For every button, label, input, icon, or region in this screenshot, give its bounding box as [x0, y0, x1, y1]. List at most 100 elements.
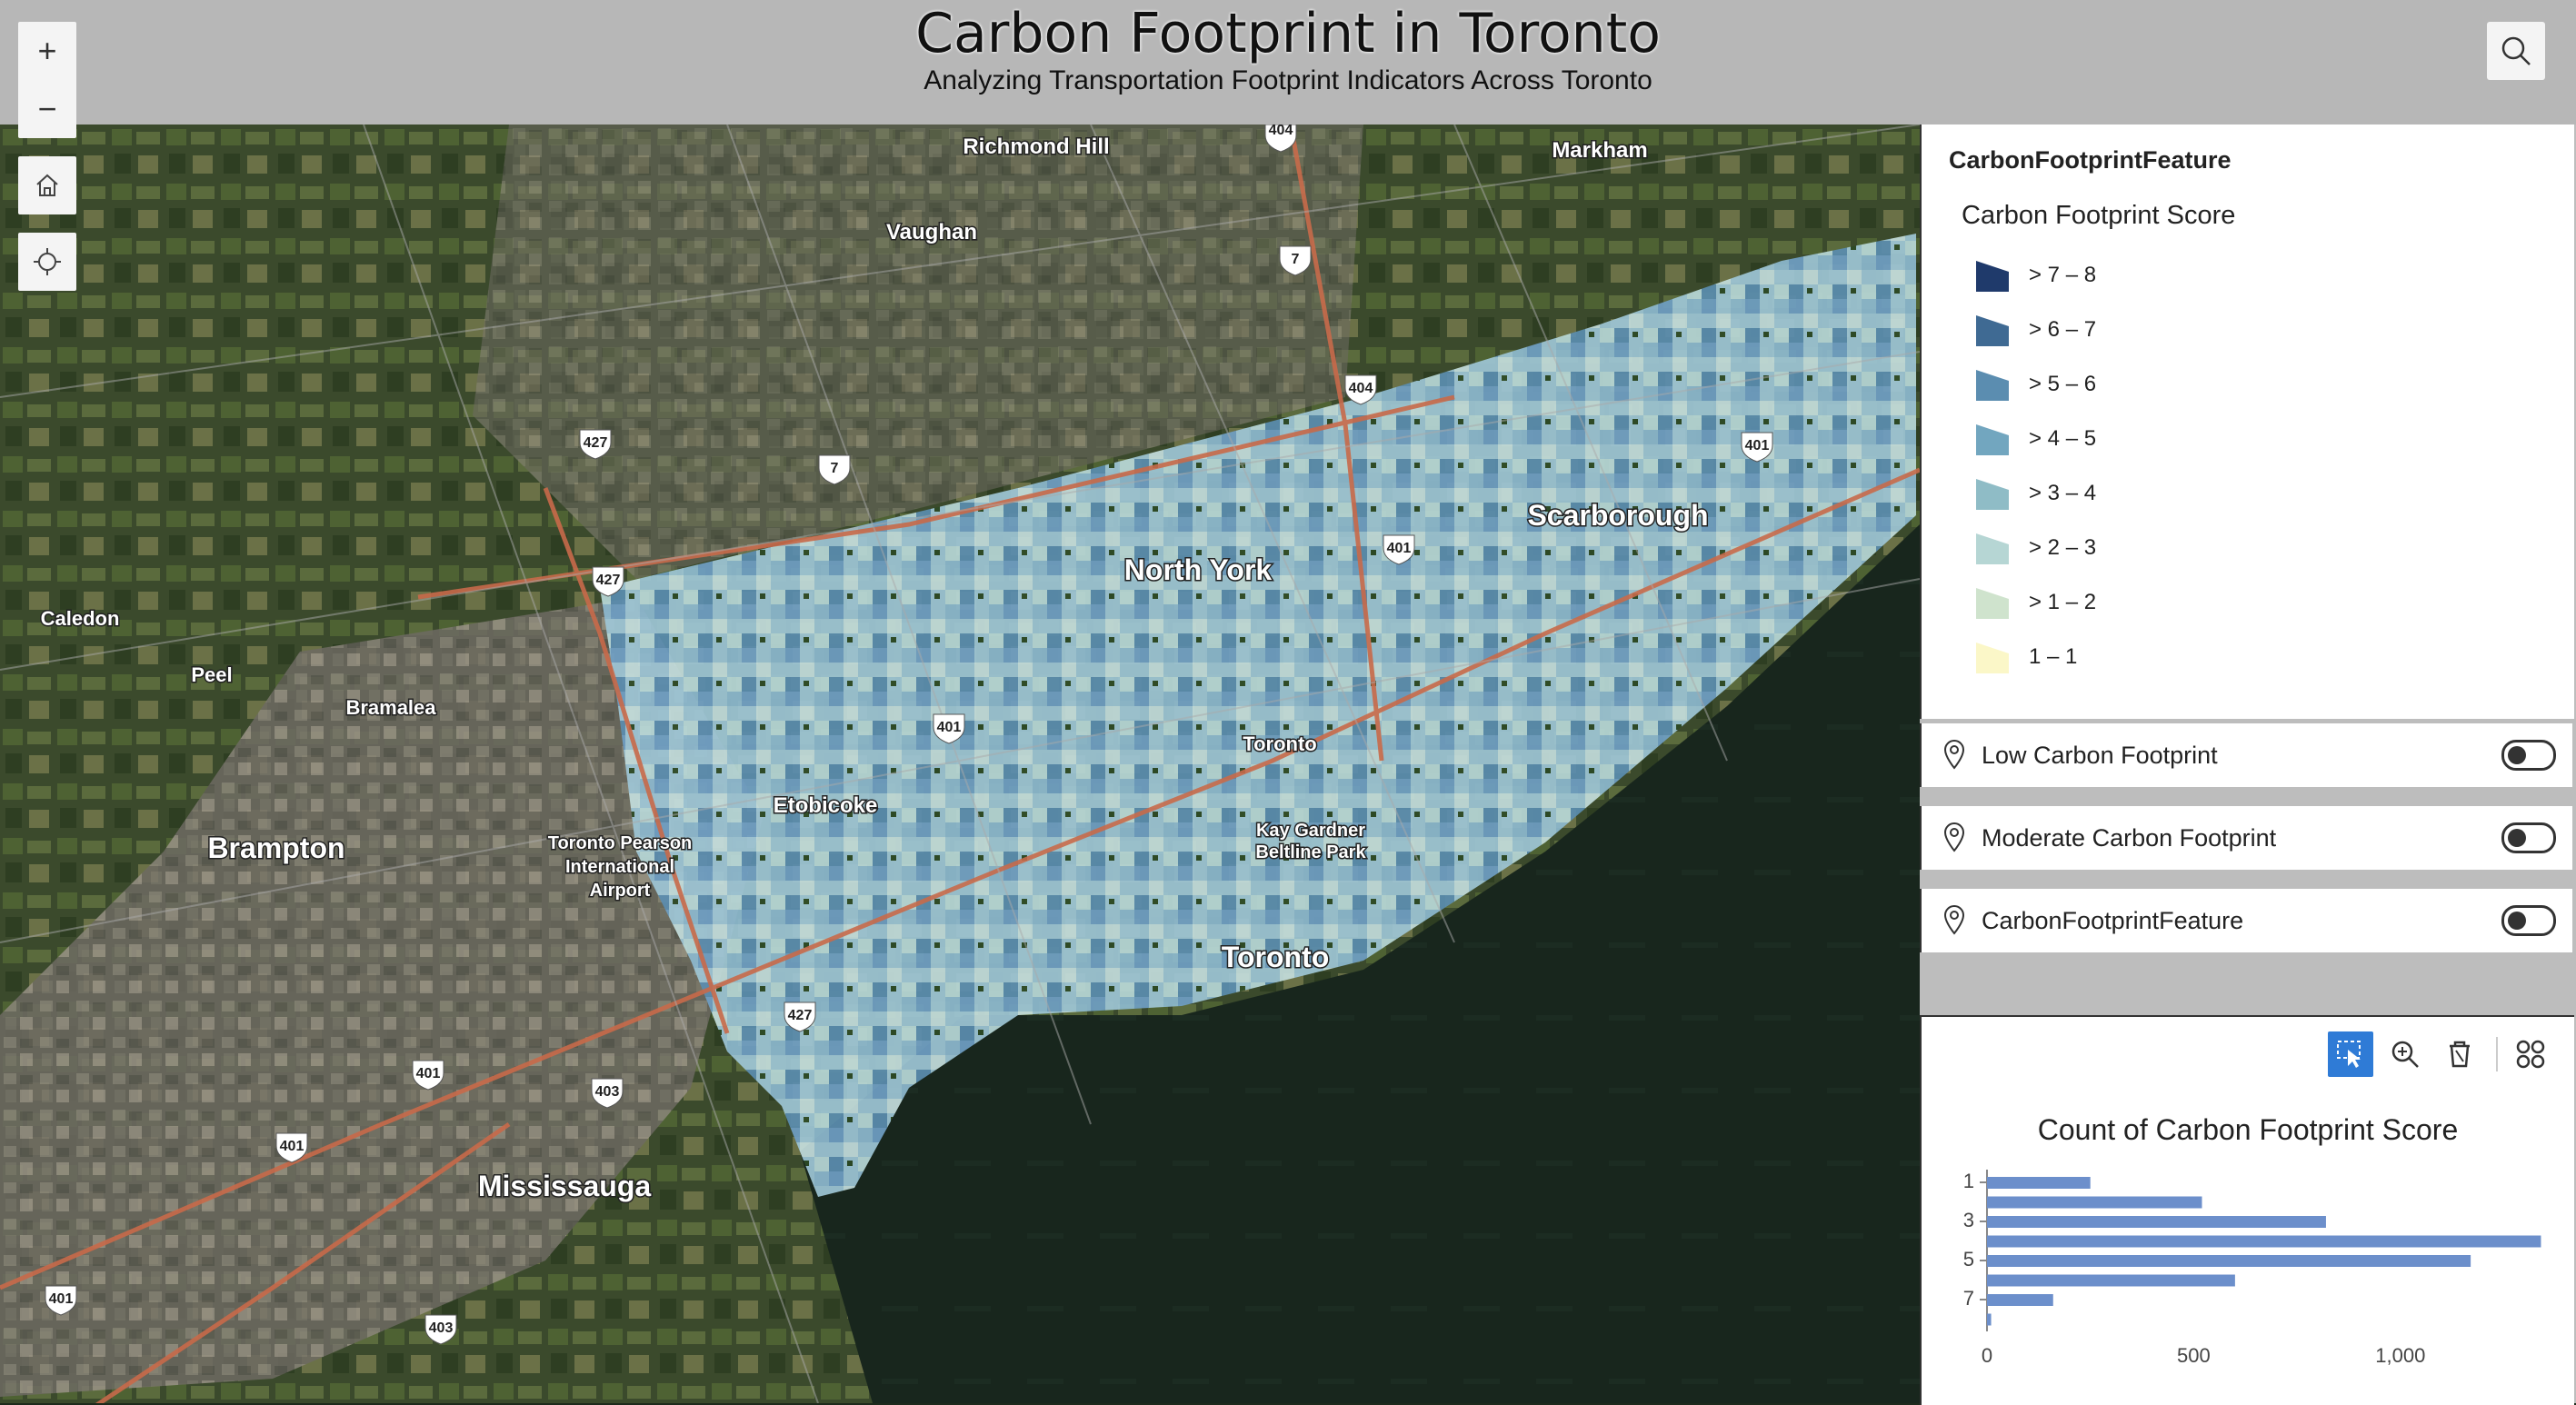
svg-text:7: 7 — [1292, 252, 1300, 267]
map-label-vaughan: Vaughan — [886, 220, 977, 244]
chart-card: Count of Carbon Footprint Score 1 3 5 7 0 500… — [1920, 1015, 2574, 1405]
locate-button[interactable] — [18, 233, 76, 291]
legend-label: > 4 – 5 — [2029, 426, 2097, 451]
svg-text:427: 427 — [584, 435, 608, 451]
map-view[interactable]: Richmond Hill Markham Vaughan Scarboroug… — [0, 125, 1920, 1403]
bar-3[interactable] — [1987, 1216, 2326, 1228]
map-label-brampton: Brampton — [207, 832, 344, 864]
bar-2[interactable] — [1987, 1196, 2202, 1209]
search-icon — [2501, 36, 2531, 65]
svg-text:404: 404 — [1349, 381, 1373, 396]
legend-field-title: Carbon Footprint Score — [1962, 201, 2236, 230]
map-label-bramalea: Bramalea — [345, 696, 436, 719]
layer-name: CarbonFootprintFeature — [1982, 906, 2244, 934]
legend-item: > 1 – 2 — [1976, 584, 2096, 621]
svg-text:401: 401 — [1745, 438, 1770, 453]
map-pin-icon — [1943, 739, 1965, 770]
svg-text:403: 403 — [595, 1084, 620, 1100]
layer-name: Low Carbon Footprint — [1982, 741, 2218, 769]
map-label-kay-gardner: Kay Gardner — [1256, 821, 1365, 841]
map-label-airport-3: Airport — [590, 881, 651, 901]
bar-1[interactable] — [1987, 1177, 2091, 1189]
map-label-scarborough: Scarborough — [1527, 499, 1708, 532]
legend-swatch — [1976, 643, 2009, 673]
svg-text:7: 7 — [831, 461, 839, 476]
zoom-control: + − — [18, 22, 76, 138]
legend-swatch — [1976, 315, 2009, 346]
svg-text:401: 401 — [416, 1066, 441, 1081]
legend-item: > 5 – 6 — [1976, 366, 2096, 403]
layer-row-moderate-carbon[interactable]: Moderate Carbon Footprint — [1920, 806, 2572, 870]
app-header: Carbon Footprint in Toronto Analyzing Tr… — [0, 0, 2576, 125]
zoom-out-button[interactable]: − — [18, 80, 76, 138]
map-label-richmond-hill: Richmond Hill — [963, 135, 1109, 159]
svg-text:427: 427 — [788, 1008, 813, 1023]
svg-text:401: 401 — [937, 720, 962, 735]
legend-item: > 2 – 3 — [1976, 530, 2096, 566]
bar-6[interactable] — [1987, 1274, 2235, 1287]
y-tick-label: 3 — [1963, 1209, 1974, 1231]
legend-swatch — [1976, 261, 2009, 292]
search-button[interactable] — [2487, 22, 2545, 80]
y-tick-label: 5 — [1963, 1248, 1974, 1270]
map-label-etobicoke: Etobicoke — [774, 793, 878, 818]
map-label-mississauga: Mississauga — [478, 1170, 652, 1202]
map-label-toronto: Toronto — [1222, 941, 1329, 973]
map-label-beltline-park: Beltline Park — [1255, 842, 1366, 862]
legend-label: 1 – 1 — [2029, 644, 2078, 669]
layer-visibility-toggle[interactable] — [2501, 905, 2556, 936]
legend-label: > 2 – 3 — [2029, 535, 2097, 560]
svg-text:404: 404 — [1269, 125, 1293, 138]
legend-item: > 7 – 8 — [1976, 257, 2096, 294]
x-tick-label: 1,000 — [2375, 1344, 2425, 1367]
legend-label: > 5 – 6 — [2029, 372, 2097, 396]
x-tick-label: 0 — [1982, 1344, 1992, 1367]
map-label-caledon: Caledon — [41, 607, 120, 630]
home-icon — [36, 174, 58, 196]
bar-chart[interactable]: 1 3 5 7 0 500 1,000 — [1922, 1017, 2574, 1405]
side-panel: CarbonFootprintFeature Carbon Footprint … — [1920, 125, 2576, 1405]
y-tick-label: 7 — [1963, 1287, 1974, 1310]
legend-item: 1 – 1 — [1976, 639, 2077, 675]
bar-7[interactable] — [1987, 1294, 2053, 1306]
legend-swatch — [1976, 588, 2009, 619]
map-label-peel: Peel — [191, 663, 232, 686]
map-label-toronto-mid: Toronto — [1243, 732, 1316, 755]
svg-text:403: 403 — [429, 1320, 454, 1336]
page-title: Carbon Footprint in Toronto — [915, 2, 1661, 65]
legend-swatch — [1976, 533, 2009, 564]
bar-5[interactable] — [1987, 1255, 2471, 1267]
svg-text:427: 427 — [596, 573, 621, 588]
svg-text:401: 401 — [49, 1291, 74, 1307]
x-tick-label: 500 — [2177, 1344, 2211, 1367]
legend-layer-title: CarbonFootprintFeature — [1949, 146, 2232, 174]
legend-label: > 7 – 8 — [2029, 263, 2097, 287]
legend-item: > 4 – 5 — [1976, 421, 2096, 457]
y-tick-label: 1 — [1963, 1170, 1974, 1192]
map-label-airport-2: International — [565, 857, 674, 877]
home-button[interactable] — [18, 156, 76, 214]
zoom-in-button[interactable]: + — [18, 22, 76, 80]
legend-item: > 3 – 4 — [1976, 475, 2096, 512]
legend-label: > 3 – 4 — [2029, 481, 2097, 505]
map-label-north-york: North York — [1124, 553, 1273, 586]
bar-8[interactable] — [1987, 1313, 1992, 1326]
legend-item: > 6 – 7 — [1976, 312, 2096, 348]
legend-label: > 1 – 2 — [2029, 590, 2097, 614]
layer-row-low-carbon[interactable]: Low Carbon Footprint — [1920, 723, 2572, 787]
svg-text:401: 401 — [280, 1139, 305, 1154]
legend: CarbonFootprintFeature Carbon Footprint … — [1920, 125, 2574, 719]
layer-visibility-toggle[interactable] — [2501, 740, 2556, 771]
bar-4[interactable] — [1987, 1235, 2541, 1248]
layer-row-carbon-feature[interactable]: CarbonFootprintFeature — [1920, 889, 2572, 952]
page-subtitle: Analyzing Transportation Footprint Indic… — [924, 65, 1652, 95]
layer-visibility-toggle[interactable] — [2501, 822, 2556, 853]
legend-swatch — [1976, 370, 2009, 401]
map-label-airport-1: Toronto Pearson — [548, 833, 693, 853]
legend-swatch — [1976, 479, 2009, 510]
legend-label: > 6 – 7 — [2029, 317, 2097, 342]
map-pin-icon — [1943, 904, 1965, 935]
svg-text:401: 401 — [1387, 541, 1412, 556]
crosshair-icon — [34, 248, 61, 275]
layer-name: Moderate Carbon Footprint — [1982, 823, 2277, 852]
